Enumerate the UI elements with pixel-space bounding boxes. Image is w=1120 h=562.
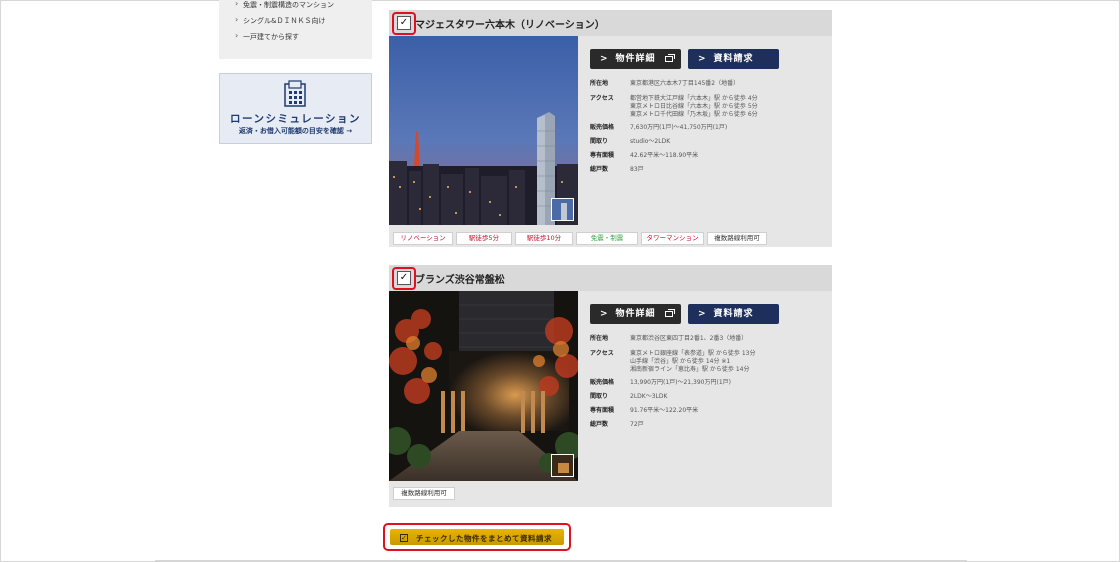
spec-label: 総戸数 — [590, 421, 609, 428]
checkbox-icon: ✓ — [400, 534, 408, 542]
property-name[interactable]: ブランズ渋谷常盤松 — [415, 271, 505, 286]
spec-value: 13,990万円(1戸)〜21,390万円(1戸) — [630, 379, 731, 386]
loan-banner-subtitle: 返済・お借入可能額の目安を確認 → — [238, 127, 353, 135]
tag-tower: タワーマンション — [641, 232, 704, 245]
spec-label: 販売価格 — [590, 124, 615, 131]
photo-thumbnail[interactable] — [551, 198, 574, 221]
property-header: ✓ マジェスタワー六本木（リノベーション） — [389, 10, 832, 36]
spec-label: 販売価格 — [590, 379, 615, 386]
sidebar-item-seismic[interactable]: 免震・制震構造のマンション — [235, 0, 334, 10]
property-card: ✓ ブランズ渋谷常盤松 > 物件詳細 > 資料請求 所在地 東京都渋谷区東四丁目… — [389, 265, 832, 507]
entrance-thumbnail-image — [552, 455, 573, 476]
spec-value: 山手線「渋谷」駅 から徒歩 14分 ※1 — [630, 358, 731, 365]
spec-value: 東京メトロ日比谷線「六本木」駅 から徒歩 5分 — [630, 103, 758, 110]
new-window-icon — [665, 54, 675, 62]
checkbox-highlight — [392, 267, 416, 290]
tag-multiple-lines: 複数路線利用可 — [393, 487, 455, 500]
tag-multiple-lines: 複数路線利用可 — [707, 232, 767, 245]
spec-value: 東京メトロ銀座線「表参道」駅 から徒歩 13分 — [630, 350, 756, 357]
bulk-request-label: チェックした物件をまとめて資料請求 — [416, 534, 552, 543]
sidebar-menu: 免震・制震構造のマンション シングル&ＤＩＮＫＳ向け 一戸建てから探す — [219, 0, 372, 59]
chevron-right-icon: > — [600, 309, 609, 319]
property-photo[interactable] — [389, 291, 578, 481]
sidebar-item-single-dinks[interactable]: シングル&ＤＩＮＫＳ向け — [235, 15, 326, 26]
tag-renovation: リノベーション — [393, 232, 453, 245]
spec-label: 間取り — [590, 393, 609, 400]
new-window-icon — [665, 309, 675, 317]
spec-value: 東京都渋谷区東四丁目2番1、2番3（地番） — [630, 335, 748, 342]
loan-banner-title: ローンシミュレーション — [229, 113, 362, 125]
spec-value: 都営地下鉄大江戸線「六本木」駅 から徒歩 4分 — [630, 95, 758, 102]
spec-value: 東京メトロ千代田線「乃木坂」駅 から徒歩 6分 — [630, 111, 758, 118]
spec-label: 間取り — [590, 138, 609, 145]
chevron-right-icon: > — [600, 54, 609, 64]
property-card: ✓ マジェスタワー六本木（リノベーション） > 物件詳細 > 資料請求 所在地 … — [389, 10, 832, 247]
detail-button-label: 物件詳細 — [615, 54, 656, 64]
tag-walk-5min: 駅徒歩5分 — [456, 232, 512, 245]
request-info-button[interactable]: > 資料請求 — [688, 304, 779, 324]
loan-simulation-banner[interactable]: ローンシミュレーション 返済・お借入可能額の目安を確認 → — [219, 73, 372, 144]
bulk-request-button[interactable]: ✓ チェックした物件をまとめて資料請求 — [383, 523, 571, 551]
property-photo[interactable] — [389, 36, 578, 225]
chevron-right-icon: > — [698, 309, 707, 319]
photo-thumbnail[interactable] — [551, 454, 574, 477]
spec-label: 所在地 — [590, 335, 609, 342]
spec-label: 総戸数 — [590, 166, 609, 173]
chevron-right-icon: > — [698, 54, 707, 64]
spec-value: 42.62平米〜118.90平米 — [630, 152, 699, 159]
residence-entrance-image — [389, 291, 578, 481]
spec-label: 所在地 — [590, 80, 609, 87]
request-info-button[interactable]: > 資料請求 — [688, 49, 779, 69]
tag-seismic: 免震・制震 — [576, 232, 638, 245]
spec-label: 専有面積 — [590, 407, 615, 414]
building-thumbnail-image — [552, 199, 573, 220]
footer-divider — [155, 560, 967, 561]
spec-value: studio〜2LDK — [630, 138, 671, 145]
calculator-icon — [284, 80, 306, 107]
property-header: ✓ ブランズ渋谷常盤松 — [389, 265, 832, 291]
bulk-request-button-face: ✓ チェックした物件をまとめて資料請求 — [390, 529, 564, 545]
request-button-label: 資料請求 — [713, 309, 754, 319]
spec-value: 2LDK〜3LDK — [630, 393, 668, 400]
spec-value: 83戸 — [630, 166, 644, 173]
spec-value: 湘南新宿ライン「恵比寿」駅 から徒歩 14分 — [630, 366, 750, 373]
tag-walk-10min: 駅徒歩10分 — [515, 232, 573, 245]
spec-value: 7,630万円(1戸)〜41,750万円(1戸) — [630, 124, 728, 131]
request-button-label: 資料請求 — [713, 54, 754, 64]
detail-button-label: 物件詳細 — [615, 309, 656, 319]
sidebar-item-detached-house[interactable]: 一戸建てから探す — [235, 31, 299, 42]
spec-value: 72戸 — [630, 421, 644, 428]
spec-label: 専有面積 — [590, 152, 615, 159]
spec-value: 東京都港区六本木7丁目145番2（地番） — [630, 80, 740, 87]
city-skyline-image — [389, 36, 578, 225]
checkbox-highlight — [392, 12, 416, 35]
spec-label: アクセス — [590, 95, 614, 102]
spec-value: 91.76平米〜122.20平米 — [630, 407, 699, 414]
property-detail-button[interactable]: > 物件詳細 — [590, 49, 681, 69]
property-name[interactable]: マジェスタワー六本木（リノベーション） — [415, 16, 605, 31]
spec-label: アクセス — [590, 350, 614, 357]
property-detail-button[interactable]: > 物件詳細 — [590, 304, 681, 324]
